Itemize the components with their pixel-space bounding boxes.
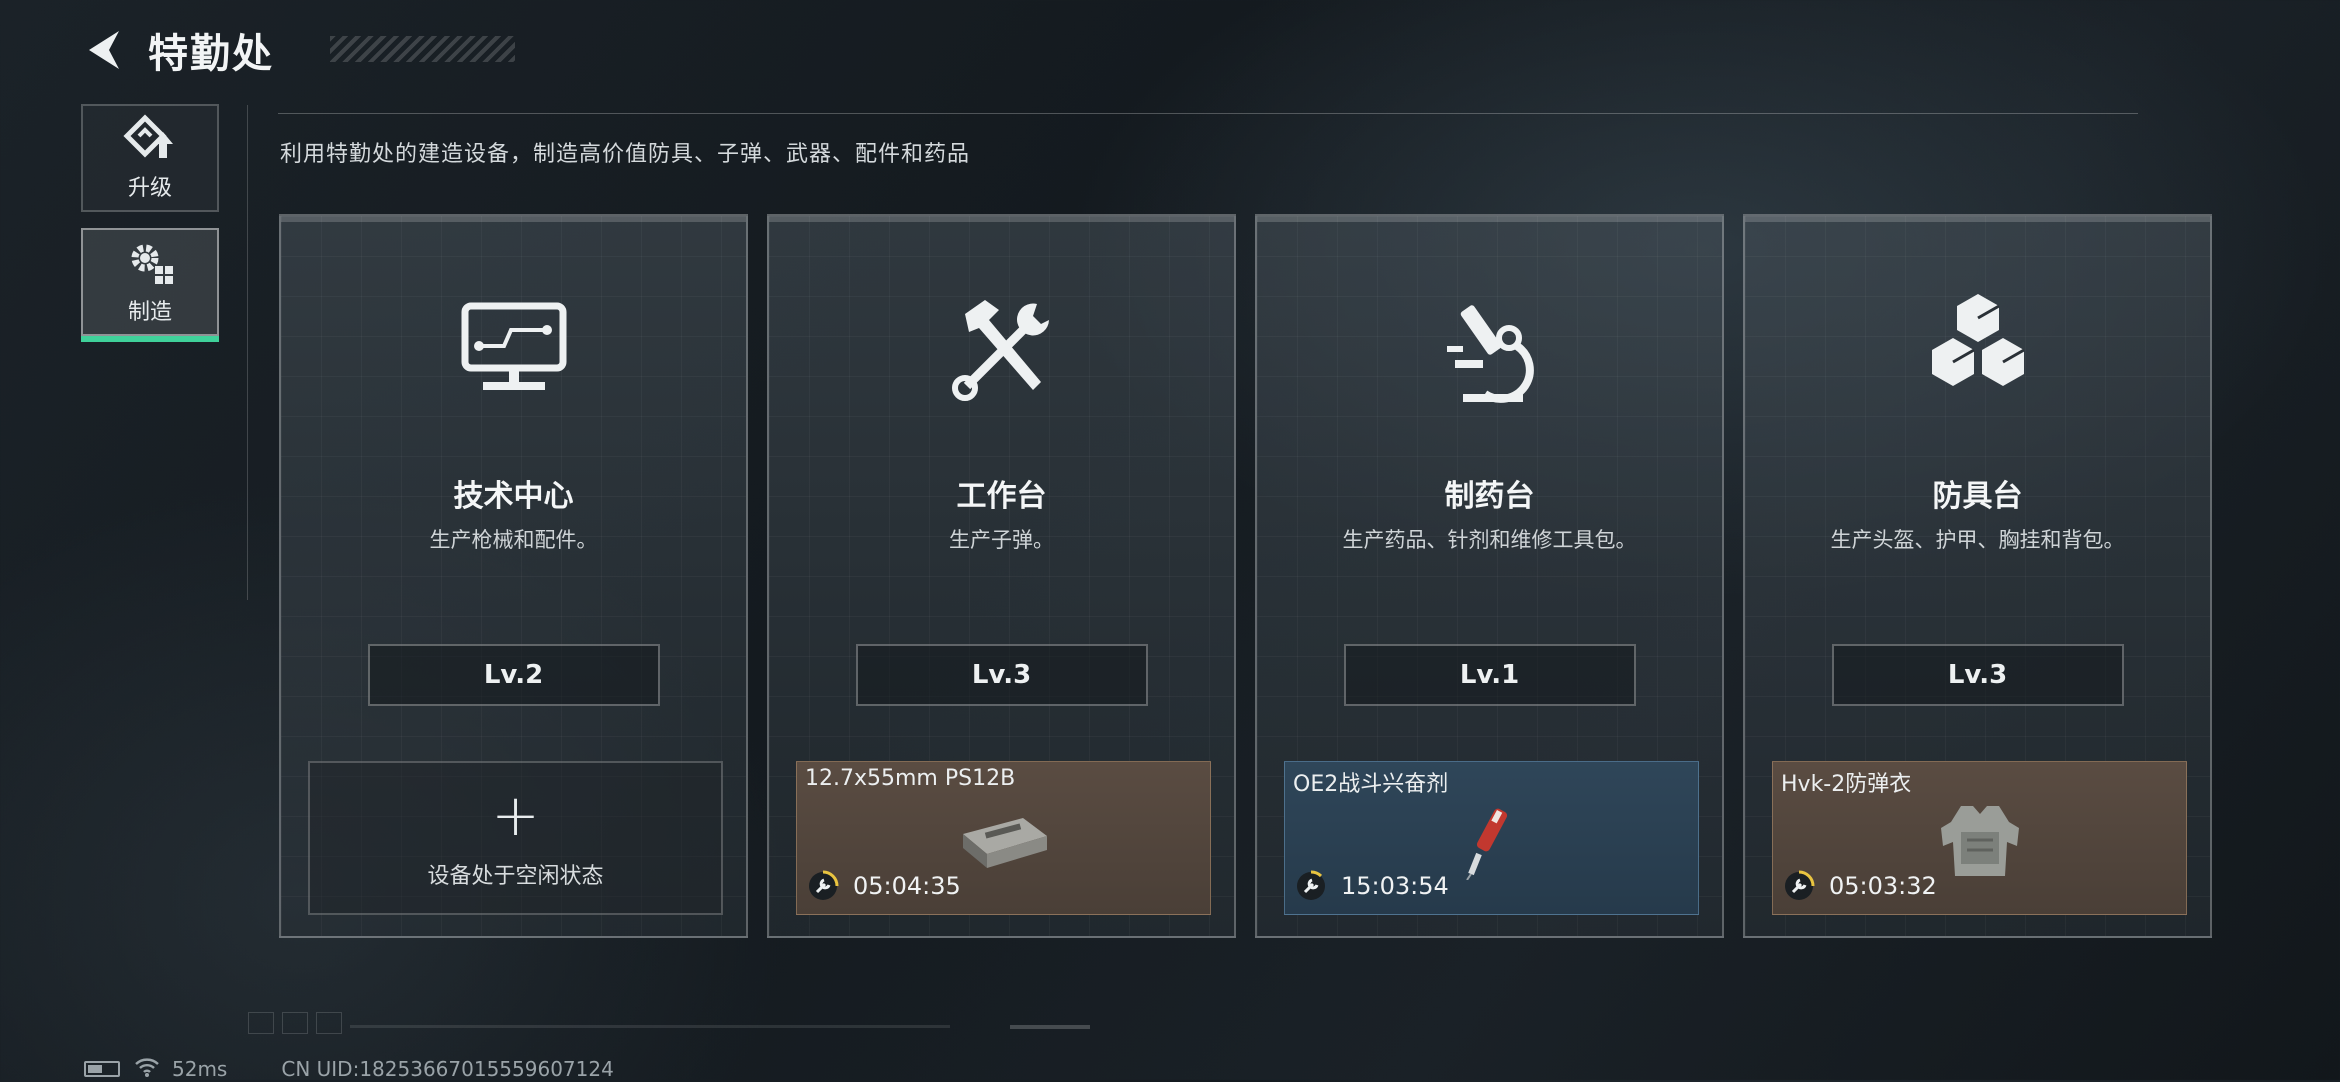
injector-icon: [1465, 808, 1507, 880]
station-title: 防具台: [1932, 479, 2023, 514]
timer-text: 05:03:32: [1829, 872, 1937, 900]
production-slot-idle[interactable]: + 设备处于空闲状态: [308, 761, 723, 915]
ammo-box-icon: [962, 818, 1047, 868]
station-card-armor-bench[interactable]: 防具台 生产头盔、护甲、胸挂和背包。 Lv.3 Hvk-2防弹衣 05:03:3…: [1743, 214, 2212, 938]
status-footer: 52ms CN UID:18253667015559607124: [84, 1057, 614, 1082]
battery-icon: [84, 1061, 120, 1077]
gears-icon: [131, 244, 173, 284]
sidebar: 升级 制造: [81, 104, 219, 352]
page-description: 利用特勤处的建造设备，制造高价值防具、子弹、武器、配件和药品: [280, 142, 971, 167]
timer-wrench-icon: [809, 870, 839, 900]
item-name: Hvk-2防弹衣: [1781, 772, 1912, 797]
header: 特勤处: [80, 22, 274, 78]
station-level: Lv.1: [1343, 644, 1636, 706]
timer-text: 05:04:35: [853, 872, 961, 900]
ping-text: 52ms: [172, 1057, 228, 1081]
back-button[interactable]: [80, 27, 126, 73]
divider: [278, 113, 2138, 114]
upgrade-icon: [123, 114, 173, 158]
station-description: 生产药品、针剂和维修工具包。: [1342, 528, 1637, 552]
station-card-pharmacy[interactable]: 制药台 生产药品、针剂和维修工具包。 Lv.1 OE2战斗兴奋剂 15:03:5…: [1255, 214, 1724, 938]
station-card-workbench[interactable]: 工作台 生产子弹。 Lv.3 12.7x55mm PS12B 05:04:35: [767, 214, 1236, 938]
timer-wrench-icon: [1785, 870, 1815, 900]
sidebar-item-label: 制造: [127, 300, 172, 325]
divider-vertical: [247, 105, 248, 600]
body-armor-icon: [1940, 806, 2019, 876]
item-name: 12.7x55mm PS12B: [805, 766, 1016, 791]
production-timer: 05:03:32: [1783, 870, 1937, 902]
microscope-icon: [1446, 305, 1534, 403]
bottom-decoration: [248, 1012, 1388, 1034]
production-slot[interactable]: 12.7x55mm PS12B 05:04:35: [796, 761, 1211, 915]
page-title: 特勤处: [148, 31, 274, 77]
idle-status-text: 设备处于空闲状态: [427, 864, 604, 889]
station-level: Lv.3: [855, 644, 1148, 706]
timer-text: 15:03:54: [1341, 872, 1449, 900]
title-decoration: [330, 36, 515, 62]
monitor-icon: [461, 302, 566, 390]
add-icon: +: [491, 781, 540, 849]
user-uid: CN UID:18253667015559607124: [281, 1057, 614, 1081]
production-slot[interactable]: OE2战斗兴奋剂 15:03:54: [1284, 761, 1699, 915]
station-description: 生产枪械和配件。: [429, 528, 598, 552]
station-title: 制药台: [1444, 479, 1535, 514]
wifi-icon: [134, 1057, 160, 1082]
station-card-tech-center[interactable]: 技术中心 生产枪械和配件。 Lv.2 + 设备处于空闲状态: [279, 214, 748, 938]
station-title: 技术中心: [453, 479, 574, 514]
hammer-wrench-icon: [951, 300, 1049, 401]
production-timer: 15:03:54: [1295, 870, 1449, 902]
production-slot[interactable]: Hvk-2防弹衣 05:03:32: [1772, 761, 2187, 915]
sidebar-item-upgrade[interactable]: 升级: [81, 104, 219, 212]
timer-wrench-icon: [1297, 870, 1325, 900]
station-level: Lv.2: [367, 644, 660, 706]
station-level: Lv.3: [1831, 644, 2124, 706]
sidebar-item-manufacture[interactable]: 制造: [81, 228, 219, 342]
sidebar-item-label: 升级: [127, 176, 172, 201]
station-title: 工作台: [956, 479, 1047, 514]
item-name: OE2战斗兴奋剂: [1293, 772, 1449, 797]
back-arrow-icon: [89, 31, 119, 69]
cubes-icon: [1931, 294, 2025, 386]
station-description: 生产子弹。: [949, 528, 1054, 552]
production-timer: 05:04:35: [807, 870, 961, 902]
station-description: 生产头盔、护甲、胸挂和背包。: [1830, 528, 2125, 552]
